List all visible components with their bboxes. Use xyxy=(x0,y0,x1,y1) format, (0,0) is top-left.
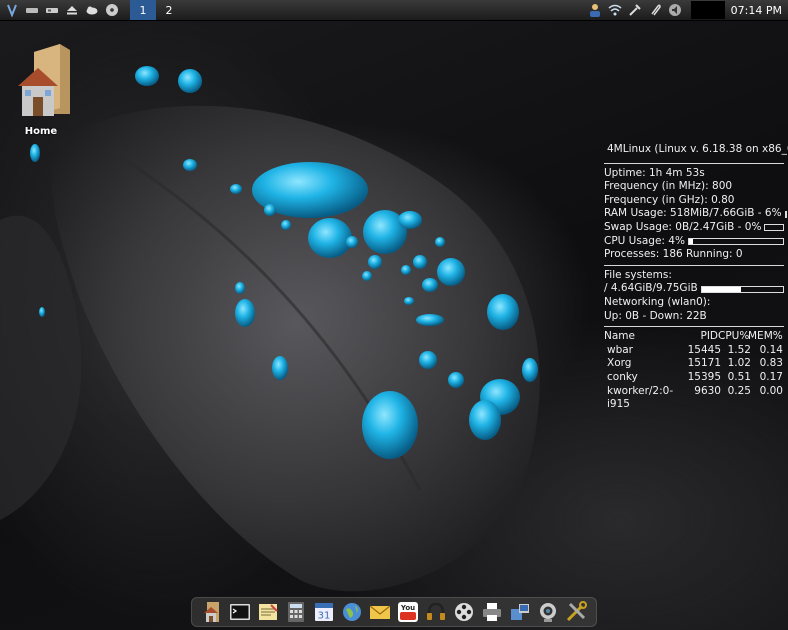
col-cpu: CPU% xyxy=(718,330,750,343)
process-pid: 15445 xyxy=(687,343,721,356)
settings-tools-icon[interactable] xyxy=(565,601,587,623)
terminal-icon[interactable] xyxy=(229,601,251,623)
text-editor-icon[interactable] xyxy=(257,601,279,623)
process-mem: 0.83 xyxy=(759,357,783,370)
dock-bar: 31 You xyxy=(191,597,597,627)
conky-divider xyxy=(604,326,784,328)
process-mem: 0.17 xyxy=(759,370,783,383)
youtube-text: You xyxy=(400,604,415,612)
conky-cpu-row: CPU Usage: 4% xyxy=(604,235,784,249)
conky-divider xyxy=(604,264,784,266)
drive-icon[interactable] xyxy=(24,2,40,18)
conky-cpu: CPU Usage: 4% xyxy=(604,234,685,247)
clock[interactable]: 07:14 PM xyxy=(731,4,782,17)
wifi-icon[interactable] xyxy=(607,2,623,18)
conky-ram: RAM Usage: 518MiB/7.66GiB - 6% xyxy=(604,207,782,220)
process-mem: 0.14 xyxy=(759,343,783,356)
process-name: wbar xyxy=(607,343,634,356)
process-pid: 9630 xyxy=(694,384,721,397)
home-folder-icon xyxy=(18,44,70,116)
mail-icon[interactable] xyxy=(369,601,391,623)
process-name: conky xyxy=(607,370,638,383)
process-name: Xorg xyxy=(607,357,632,370)
process-row: Xorg 15171 1.02 0.83 xyxy=(604,357,784,371)
top-panel: 1 2 07:14 PM xyxy=(0,0,788,21)
calculator-icon[interactable] xyxy=(285,601,307,623)
music-player-icon[interactable] xyxy=(425,601,447,623)
conky-swap-row: Swap Usage: 0B/2.47GiB - 0% xyxy=(604,221,784,235)
eject-icon[interactable] xyxy=(64,2,80,18)
col-mem: MEM% xyxy=(748,330,783,343)
usb-drive-icon[interactable] xyxy=(44,2,60,18)
conky-divider xyxy=(604,162,784,164)
conky-freq-mhz: Frequency (in MHz): 800 xyxy=(604,180,733,193)
conky-monitor: 4MLinux (Linux v. 6.18.38 on x86_64) Upt… xyxy=(604,143,788,412)
file-manager-icon[interactable] xyxy=(201,601,223,623)
cloud-icon[interactable] xyxy=(84,2,100,18)
col-name: Name xyxy=(604,330,635,343)
printer-icon[interactable] xyxy=(481,601,503,623)
video-player-icon[interactable] xyxy=(453,601,475,623)
process-row: kworker/2:0-i915 9630 0.25 0.00 xyxy=(604,385,784,412)
conky-fs-root: / 4.64GiB/9.75GiB xyxy=(604,282,698,295)
paperclip-icon[interactable] xyxy=(647,2,663,18)
volume-icon[interactable] xyxy=(667,2,683,18)
process-pid: 15171 xyxy=(687,357,721,370)
process-cpu: 1.52 xyxy=(727,343,751,356)
process-table-header: Name PID CPU% MEM% xyxy=(604,330,784,344)
app-menu-icon[interactable] xyxy=(4,2,20,18)
workspace-1[interactable]: 1 xyxy=(130,0,156,20)
conky-swap: Swap Usage: 0B/2.47GiB - 0% xyxy=(604,220,762,233)
process-cpu: 1.02 xyxy=(727,357,751,370)
conky-net-title: Networking (wlan0): xyxy=(604,295,711,308)
user-icon[interactable] xyxy=(587,2,603,18)
system-tray: 07:14 PM xyxy=(583,0,788,20)
process-pid: 15395 xyxy=(687,370,721,383)
home-icon-label: Home xyxy=(24,126,58,137)
conky-net-speed: Up: 0B - Down: 22B xyxy=(604,309,707,322)
conky-uptime: Uptime: 1h 4m 53s xyxy=(604,166,705,179)
process-mem: 0.00 xyxy=(759,384,783,397)
process-cpu: 0.51 xyxy=(727,370,751,383)
panel-blank-area xyxy=(690,1,725,19)
swap-usage-bar xyxy=(764,224,784,232)
tool-icon[interactable] xyxy=(627,2,643,18)
conky-processes: Processes: 186 Running: 0 xyxy=(604,248,743,261)
ram-usage-bar xyxy=(784,210,787,218)
process-cpu: 0.25 xyxy=(727,384,751,397)
webcam-icon[interactable] xyxy=(537,601,559,623)
calendar-day: 31 xyxy=(318,611,331,622)
conky-freq-ghz: Frequency (in GHz): 0.80 xyxy=(604,193,735,206)
cpu-usage-bar xyxy=(687,237,784,245)
cd-icon[interactable] xyxy=(104,2,120,18)
network-tool-icon[interactable] xyxy=(509,601,531,623)
process-row: wbar 15445 1.52 0.14 xyxy=(604,344,784,358)
workspace-2[interactable]: 2 xyxy=(156,0,182,20)
process-name: kworker/2:0-i915 xyxy=(607,384,674,411)
conky-fs-title: File systems: xyxy=(604,268,672,281)
col-pid: PID xyxy=(700,330,718,343)
browser-icon[interactable] xyxy=(341,601,363,623)
home-desktop-icon[interactable]: Home xyxy=(12,42,70,137)
process-row: conky 15395 0.51 0.17 xyxy=(604,371,784,385)
conky-fs-row: / 4.64GiB/9.75GiB xyxy=(604,282,784,296)
calendar-icon[interactable]: 31 xyxy=(313,601,335,623)
youtube-icon[interactable]: You xyxy=(397,601,419,623)
conky-header: 4MLinux (Linux v. 6.18.38 on x86_64) xyxy=(607,143,788,155)
conky-ram-row: RAM Usage: 518MiB/7.66GiB - 6% xyxy=(604,207,787,221)
fs-usage-bar xyxy=(700,285,784,293)
